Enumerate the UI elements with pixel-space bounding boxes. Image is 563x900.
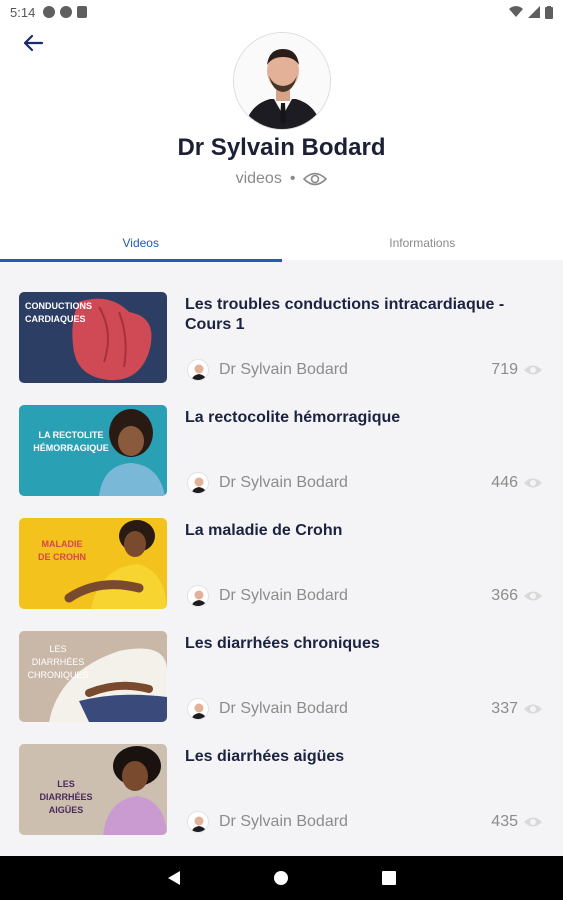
tab-videos[interactable]: Videos <box>0 224 282 262</box>
nav-back-button[interactable] <box>162 866 186 890</box>
status-bar: 5:14 <box>0 0 563 24</box>
video-thumbnail: LES DIARRHÉES CHRONIQUES <box>19 631 167 722</box>
view-count: 435 <box>491 813 543 831</box>
video-thumbnail: CONDUCTIONS CARDIAQUES <box>19 292 167 383</box>
system-nav-bar <box>0 856 563 900</box>
video-title: La rectocolite hémorragique <box>185 409 401 426</box>
video-thumbnail: MALADIE DE CROHN <box>19 518 167 609</box>
separator-dot: • <box>289 170 296 187</box>
battery-icon <box>545 5 553 19</box>
video-item[interactable]: MALADIE DE CROHN La maladie de Crohn Dr … <box>0 488 563 609</box>
video-thumbnail: LA RECTOLITE HÉMORRAGIQUE <box>19 405 167 496</box>
back-button[interactable] <box>18 28 48 58</box>
system-icons <box>509 5 553 19</box>
nav-recents-button[interactable] <box>377 866 401 890</box>
wifi-icon <box>509 6 523 18</box>
eye-icon <box>303 172 328 186</box>
notification-icons <box>43 6 88 18</box>
view-count-value: 435 <box>491 813 518 830</box>
tab-bar: Videos Informations <box>0 224 563 262</box>
nav-home-button[interactable] <box>269 866 293 890</box>
video-thumbnail: LES DIARRHÉES AIGÜES <box>19 744 167 835</box>
video-title: Les troubles conductions intracardiaque … <box>185 296 505 333</box>
tab-informations[interactable]: Informations <box>282 224 563 262</box>
thumbnail-text: LES DIARRHÉES CHRONIQUES <box>27 644 89 680</box>
video-author: Dr Sylvain Bodard <box>219 813 348 830</box>
eye-icon <box>524 817 542 827</box>
video-item[interactable]: CONDUCTIONS CARDIAQUES Les troubles cond… <box>0 262 563 383</box>
author-avatar <box>187 811 209 833</box>
thumbnail-text: CONDUCTIONS CARDIAQUES <box>25 301 92 324</box>
video-item[interactable]: LA RECTOLITE HÉMORRAGIQUE La rectocolite… <box>0 375 563 496</box>
arrow-left-icon <box>23 34 44 52</box>
video-item[interactable]: LES DIARRHÉES CHRONIQUES Les diarrhées c… <box>0 601 563 722</box>
square-recents-icon <box>382 871 397 885</box>
thumbnail-text: LES DIARRHÉES AIGÜES <box>39 779 93 815</box>
signal-icon <box>528 6 540 18</box>
profile-header: Dr Sylvain Bodard videos • Videos Inform… <box>0 24 563 262</box>
doctor-portrait <box>234 33 330 129</box>
video-item[interactable]: LES DIARRHÉES AIGÜES Les diarrhées aigüe… <box>0 714 563 835</box>
thumbnail-text: LA RECTOLITE HÉMORRAGIQUE <box>33 430 109 453</box>
video-title: La maladie de Crohn <box>185 522 343 539</box>
video-title: Les diarrhées chroniques <box>185 635 380 652</box>
circle-home-icon <box>274 871 289 885</box>
thumbnail-text: MALADIE DE CROHN <box>37 539 86 562</box>
profile-name: Dr Sylvain Bodard <box>177 134 386 161</box>
profile-avatar <box>233 32 331 130</box>
status-time: 5:14 <box>10 4 36 20</box>
videos-label: videos <box>235 170 282 187</box>
sd-card-icon <box>77 6 88 18</box>
app-notification-icon <box>43 6 56 18</box>
profile-meta: videos • <box>0 170 563 188</box>
app-notification-icon <box>60 6 73 18</box>
triangle-back-icon <box>167 871 180 885</box>
video-title: Les diarrhées aigües <box>185 748 345 765</box>
